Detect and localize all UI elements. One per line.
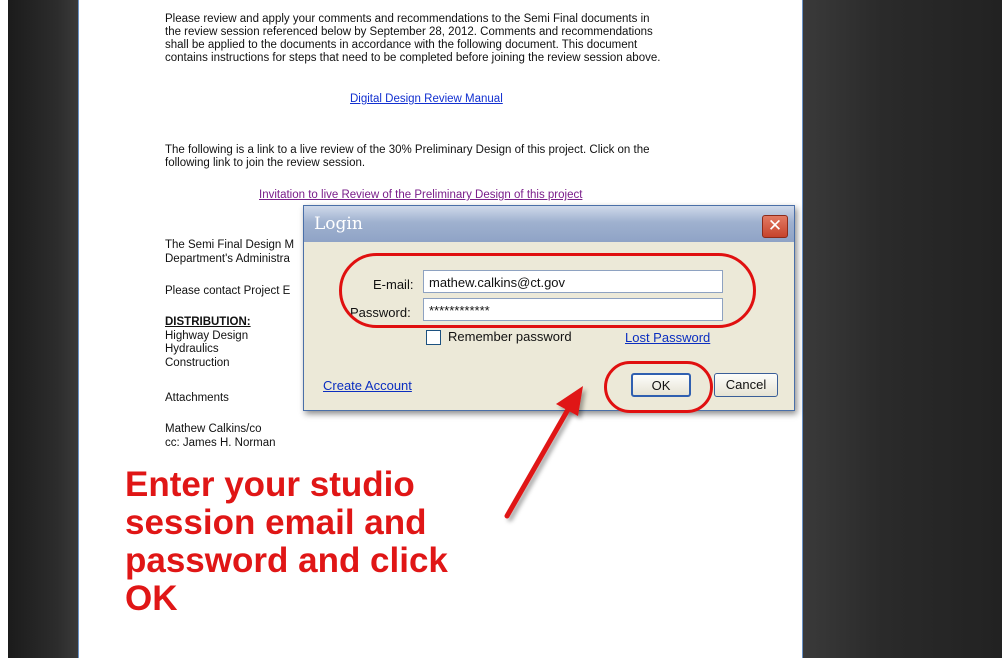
- instruction-line: password and click: [125, 541, 448, 580]
- arrow-shaft: [504, 403, 573, 519]
- instruction-line: OK: [125, 579, 178, 618]
- instruction-text: Enter your studio session email and pass…: [125, 466, 505, 618]
- instruction-line: session email and: [125, 503, 427, 542]
- instruction-line: Enter your studio: [125, 465, 415, 504]
